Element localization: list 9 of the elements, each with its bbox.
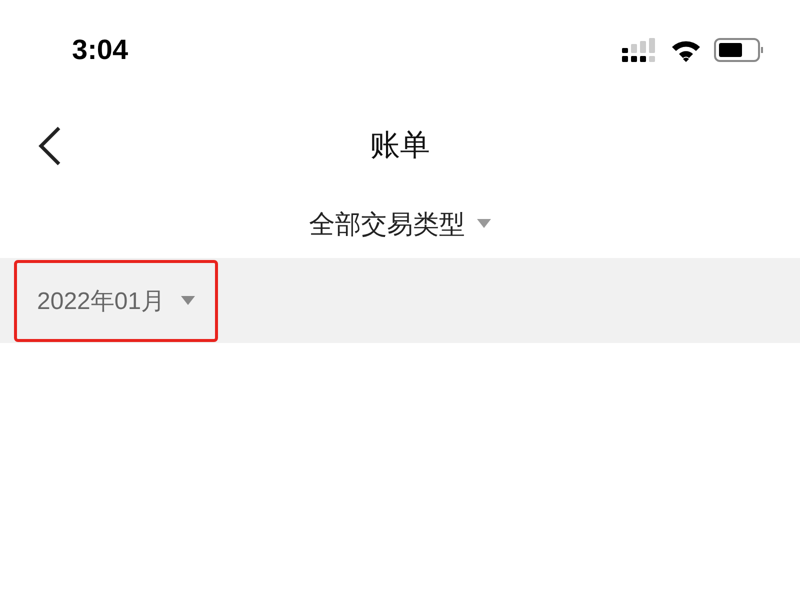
status-time: 3:04 [72, 34, 128, 66]
back-icon[interactable] [38, 126, 62, 166]
page-title: 账单 [370, 126, 430, 164]
caret-icon [181, 296, 196, 306]
caret-icon [477, 219, 491, 229]
battery-icon [714, 38, 764, 62]
transaction-type-dropdown[interactable]: 全部交易类型 [0, 190, 800, 258]
month-dropdown[interactable]: 2022年01月 [14, 260, 218, 342]
signal-icon [622, 38, 658, 62]
